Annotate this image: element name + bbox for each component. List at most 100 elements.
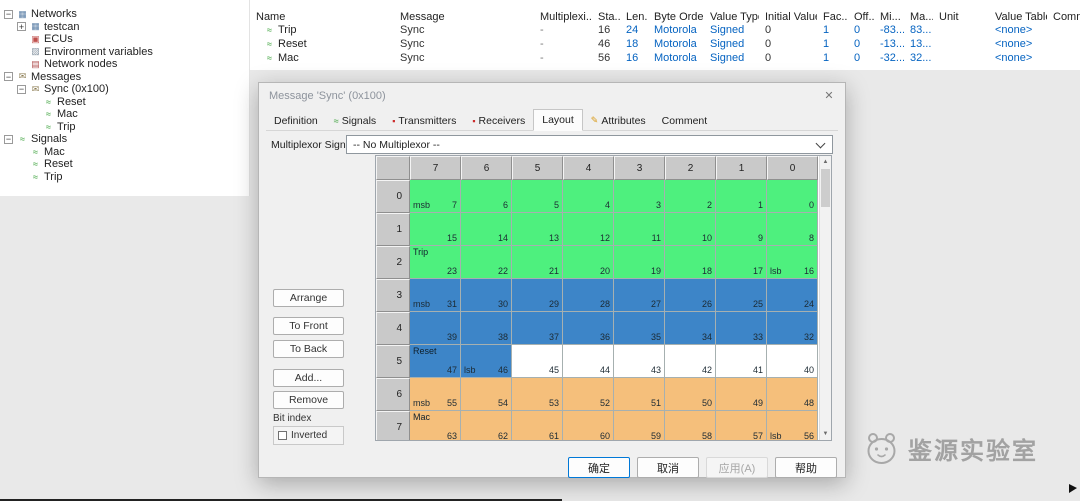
bit-cell[interactable]: 35	[614, 312, 665, 345]
apply-button[interactable]: 应用(A)	[706, 457, 768, 478]
bit-cell[interactable]: 39	[410, 312, 461, 345]
tree-item-signals[interactable]: −≈Signals	[0, 133, 249, 146]
bit-cell[interactable]: 41	[716, 345, 767, 378]
bit-cell[interactable]: 24	[767, 279, 818, 312]
bit-cell[interactable]: 58	[665, 411, 716, 441]
scroll-up-icon[interactable]: ▲	[820, 156, 831, 168]
tree-item-sync-0x100[interactable]: −✉Sync (0x100)	[0, 83, 249, 96]
bit-cell[interactable]: 51	[614, 378, 665, 411]
add-button[interactable]: Add...	[273, 369, 344, 387]
column-header-message[interactable]: Message	[394, 11, 534, 23]
bit-cell[interactable]: 61	[512, 411, 563, 441]
bit-cell[interactable]: 54	[461, 378, 512, 411]
bit-cell[interactable]: 44	[563, 345, 614, 378]
bit-cell[interactable]: lsb56	[767, 411, 818, 441]
column-header-ma[interactable]: Ma...	[904, 11, 933, 23]
column-header-off[interactable]: Off...	[848, 11, 874, 23]
collapse-icon[interactable]: −	[4, 135, 13, 144]
to-back-button[interactable]: To Back	[273, 340, 344, 358]
bit-cell[interactable]: 1	[716, 180, 767, 213]
bit-cell[interactable]: 53	[512, 378, 563, 411]
bit-cell[interactable]: 13	[512, 213, 563, 246]
bit-cell[interactable]: msb31	[410, 279, 461, 312]
tree-item-trip[interactable]: ≈Trip	[0, 171, 249, 184]
bit-cell[interactable]: 59	[614, 411, 665, 441]
arrange-button[interactable]: Arrange	[273, 289, 344, 307]
column-header-byteorder[interactable]: Byte Order	[648, 11, 704, 23]
bit-cell[interactable]: 9	[716, 213, 767, 246]
bit-cell[interactable]: 21	[512, 246, 563, 279]
bit-cell[interactable]: msb55	[410, 378, 461, 411]
tree-item-trip[interactable]: ≈Trip	[0, 121, 249, 134]
tree-item-mac[interactable]: ≈Mac	[0, 108, 249, 121]
bit-cell[interactable]: 28	[563, 279, 614, 312]
bit-cell[interactable]: 3	[614, 180, 665, 213]
table-row[interactable]: ≈MacSync-5616MotorolaSigned010-32...32..…	[250, 51, 1080, 65]
cancel-button[interactable]: 取消	[637, 457, 699, 478]
bit-cell[interactable]: 48	[767, 378, 818, 411]
column-header-fac[interactable]: Fac...	[817, 11, 848, 23]
bit-cell[interactable]: 62	[461, 411, 512, 441]
bit-cell[interactable]: 29	[512, 279, 563, 312]
ok-button[interactable]: 确定	[568, 457, 630, 478]
bit-cell[interactable]: 37	[512, 312, 563, 345]
bit-cell[interactable]: 50	[665, 378, 716, 411]
column-header-valuetable[interactable]: Value Table	[989, 11, 1047, 23]
bit-cell[interactable]: 57	[716, 411, 767, 441]
tree-item-networks[interactable]: −▦Networks	[0, 8, 249, 21]
bit-cell[interactable]: lsb46	[461, 345, 512, 378]
tab-attributes[interactable]: ✎Attributes	[583, 111, 654, 130]
column-header-comm[interactable]: Comm...	[1047, 11, 1080, 23]
tab-signals[interactable]: ≈Signals	[326, 111, 384, 130]
bit-cell[interactable]: 42	[665, 345, 716, 378]
column-header-len[interactable]: Len...	[620, 11, 648, 23]
column-header-mi[interactable]: Mi...	[874, 11, 904, 23]
scroll-down-icon[interactable]: ▼	[820, 428, 831, 440]
tab-comment[interactable]: Comment	[654, 111, 716, 130]
bit-cell[interactable]: Trip23	[410, 246, 461, 279]
bit-cell[interactable]: 0	[767, 180, 818, 213]
bit-cell[interactable]: msb7	[410, 180, 461, 213]
expand-icon[interactable]: +	[17, 22, 26, 31]
remove-button[interactable]: Remove	[273, 391, 344, 409]
tab-receivers[interactable]: ▪Receivers	[464, 111, 533, 130]
bit-cell[interactable]: 49	[716, 378, 767, 411]
bit-cell[interactable]: 60	[563, 411, 614, 441]
collapse-icon[interactable]: −	[4, 10, 13, 19]
bit-cell[interactable]: 25	[716, 279, 767, 312]
bit-cell[interactable]: Reset47	[410, 345, 461, 378]
scrollbar-thumb[interactable]	[821, 169, 830, 207]
bit-cell[interactable]: 30	[461, 279, 512, 312]
bit-cell[interactable]: 43	[614, 345, 665, 378]
tree-item-testcan[interactable]: +▦testcan	[0, 21, 249, 34]
dialog-titlebar[interactable]: Message 'Sync' (0x100) ✕	[259, 83, 845, 108]
column-header-unit[interactable]: Unit	[933, 11, 989, 23]
bit-cell[interactable]: 18	[665, 246, 716, 279]
bit-cell[interactable]: 10	[665, 213, 716, 246]
bit-cell[interactable]: 36	[563, 312, 614, 345]
collapse-icon[interactable]: −	[4, 72, 13, 81]
tree-item-mac[interactable]: ≈Mac	[0, 146, 249, 159]
bit-cell[interactable]: 15	[410, 213, 461, 246]
bit-cell[interactable]: 19	[614, 246, 665, 279]
bit-cell[interactable]: 34	[665, 312, 716, 345]
multiplexor-select[interactable]: -- No Multiplexor --	[346, 135, 833, 154]
column-header-sta[interactable]: Sta...	[592, 11, 620, 23]
bit-cell[interactable]: 11	[614, 213, 665, 246]
bit-cell[interactable]: Mac63	[410, 411, 461, 441]
tree-item-environment-variables[interactable]: ▨Environment variables	[0, 46, 249, 59]
tree-item-network-nodes[interactable]: ▤Network nodes	[0, 58, 249, 71]
bit-cell[interactable]: 5	[512, 180, 563, 213]
help-button[interactable]: 帮助	[775, 457, 837, 478]
column-header-valuetype[interactable]: Value Type	[704, 11, 759, 23]
bit-cell[interactable]: 52	[563, 378, 614, 411]
bit-cell[interactable]: 38	[461, 312, 512, 345]
tab-layout[interactable]: Layout	[533, 109, 583, 131]
table-row[interactable]: ≈TripSync-1624MotorolaSigned010-83...83.…	[250, 23, 1080, 37]
bit-cell[interactable]: 27	[614, 279, 665, 312]
column-header-initialvalue[interactable]: Initial Value	[759, 11, 817, 23]
bit-cell[interactable]: 22	[461, 246, 512, 279]
bit-cell[interactable]: 40	[767, 345, 818, 378]
grid-scrollbar[interactable]: ▲ ▼	[819, 156, 831, 440]
tree-item-messages[interactable]: −✉Messages	[0, 71, 249, 84]
